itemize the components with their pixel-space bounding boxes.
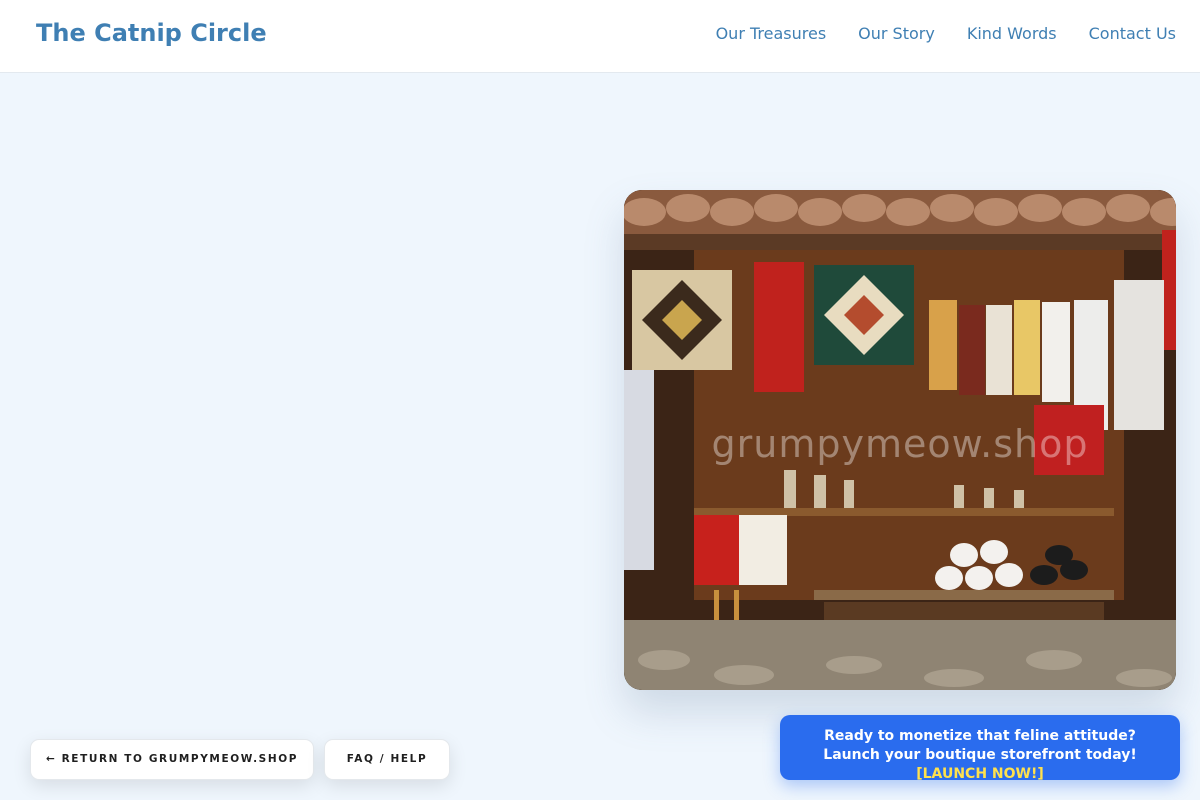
hero-image: grumpymeow.shop [624,190,1176,690]
launch-now-link[interactable]: [LAUNCH NOW!] [916,766,1044,782]
watermark-text: grumpymeow.shop [711,422,1089,466]
brand-logo-link[interactable]: The Catnip Circle [36,19,267,47]
nav-link-our-story[interactable]: Our Story [858,24,935,43]
return-to-shop-button[interactable]: ← RETURN TO GRUMPYMEOW.SHOP [30,739,314,780]
site-header: The Catnip Circle Our Treasures Our Stor… [0,0,1200,73]
faq-help-button[interactable]: FAQ / HELP [324,739,450,780]
nav-link-contact-us[interactable]: Contact Us [1089,24,1176,43]
nav-link-our-treasures[interactable]: Our Treasures [716,24,827,43]
nav-link-kind-words[interactable]: Kind Words [967,24,1057,43]
cta-text: Ready to monetize that feline attitude? … [823,728,1137,763]
main-nav: Our Treasures Our Story Kind Words Conta… [684,24,1176,43]
launch-cta-banner[interactable]: Ready to monetize that feline attitude? … [780,715,1180,782]
